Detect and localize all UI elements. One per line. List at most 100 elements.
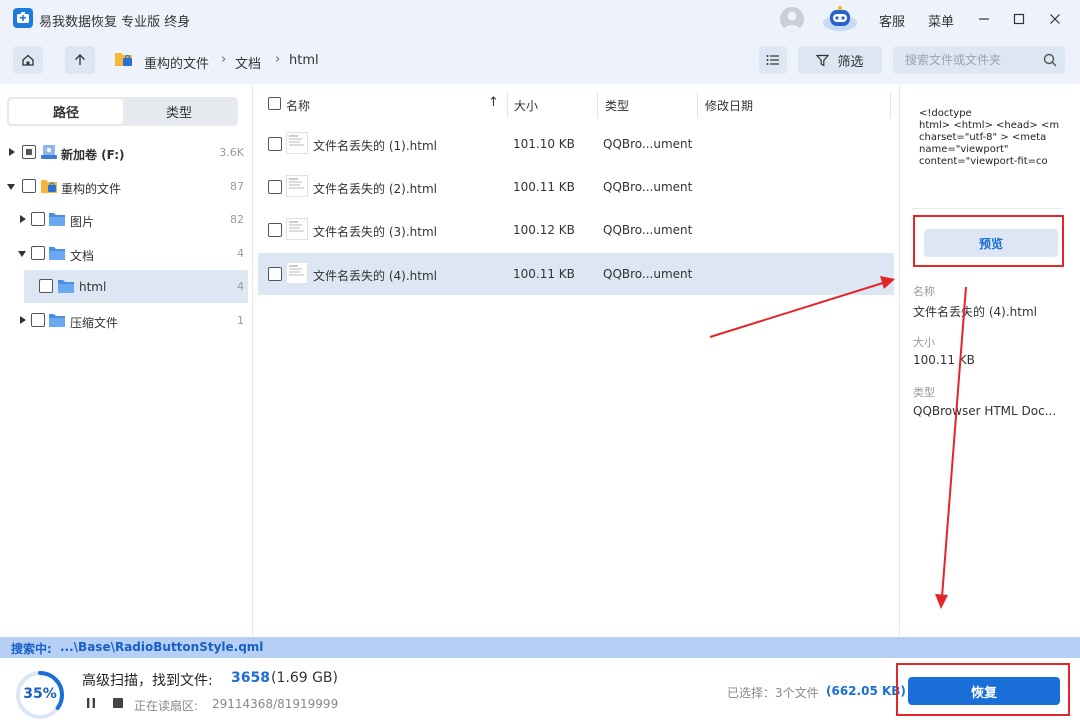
tree-checkbox[interactable]: [31, 313, 45, 327]
file-checkbox[interactable]: [268, 267, 282, 281]
bottom-bar: 35% 高级扫描，找到文件: 3658 (1.69 GB) 正在读扇区: 291…: [0, 658, 1080, 720]
expand-arrow-icon[interactable]: [20, 215, 26, 223]
menu-link[interactable]: 菜单: [928, 11, 954, 30]
tree-item-archives[interactable]: 压缩文件 1: [0, 304, 253, 337]
folder-icon: [58, 280, 74, 293]
tree-item-documents[interactable]: 文档 4: [0, 237, 253, 270]
tree-item-reconstructed[interactable]: 重构的文件 87: [0, 170, 253, 203]
file-size: 100.11 KB: [513, 267, 575, 281]
breadcrumb-item[interactable]: html: [289, 53, 319, 68]
file-row[interactable]: 文件名丢失的 (3).html 100.12 KB QQBro...ument: [258, 209, 894, 251]
chevron-right-icon: ›: [275, 52, 281, 67]
meta-type-value: QQBrowser HTML Doc...: [913, 404, 1057, 418]
folder-lock-icon: [41, 180, 57, 193]
scan-title: 高级扫描，找到文件:: [82, 673, 213, 689]
tree-item-label: 压缩文件: [70, 316, 119, 330]
tree-item-html[interactable]: html 4: [24, 270, 248, 303]
file-name: 文件名丢失的 (4).html: [313, 269, 437, 283]
search-icon[interactable]: [1043, 53, 1057, 67]
expand-arrow-icon[interactable]: [9, 148, 15, 156]
column-name[interactable]: 名称: [286, 97, 310, 114]
folder-icon: [49, 247, 65, 260]
selected-size: (662.05 KB): [826, 684, 906, 698]
column-size[interactable]: 大小: [514, 97, 538, 114]
filter-button[interactable]: 筛选: [798, 46, 882, 74]
recover-button[interactable]: 恢复: [908, 677, 1060, 705]
tree-item-label: 重构的文件: [61, 182, 122, 196]
html-file-thumbnail-icon: [286, 262, 308, 284]
app-logo-icon: [13, 8, 33, 28]
divider: [912, 208, 1062, 209]
chevron-right-icon: ›: [221, 52, 227, 67]
column-divider[interactable]: [507, 92, 508, 118]
select-all-checkbox[interactable]: [268, 97, 281, 110]
minimize-icon[interactable]: [975, 10, 993, 28]
file-type: QQBro...ument: [603, 180, 693, 194]
tree-item-count: 4: [237, 280, 244, 293]
stop-icon[interactable]: [113, 698, 123, 708]
meta-name-label: 名称: [913, 285, 935, 298]
file-row-selected[interactable]: 文件名丢失的 (4).html 100.11 KB QQBro...ument: [258, 253, 894, 295]
breadcrumb-item[interactable]: 文档: [235, 53, 261, 72]
tree-checkbox[interactable]: [22, 145, 36, 159]
home-icon: [22, 54, 34, 66]
file-size: 100.11 KB: [513, 180, 575, 194]
scan-status-label: 搜索中:: [11, 642, 52, 656]
search-input[interactable]: [893, 46, 1065, 74]
scan-current-path: ...\Base\RadioButtonStyle.qml: [60, 640, 264, 654]
selected-summary: 已选择：3个文件: [727, 686, 819, 700]
column-modified-date[interactable]: 修改日期: [705, 97, 753, 114]
file-list-header: 名称 ↑ 大小 类型 修改日期: [258, 88, 894, 120]
home-button[interactable]: [13, 46, 43, 74]
tree-item-drive[interactable]: 新加卷 (F:) 3.6K: [0, 136, 253, 169]
column-divider[interactable]: [890, 92, 891, 118]
expand-arrow-icon[interactable]: [20, 316, 26, 324]
tree-item-label: 新加卷 (F:): [61, 148, 125, 162]
close-icon[interactable]: [1046, 10, 1064, 28]
tree-item-count: 82: [230, 213, 244, 226]
file-size: 101.10 KB: [513, 137, 575, 151]
reading-sector-value: 29114368/81919999: [212, 697, 339, 711]
file-type: QQBro...ument: [603, 137, 693, 151]
found-file-count: 3658: [231, 670, 270, 686]
breadcrumb-item[interactable]: 重构的文件: [144, 53, 209, 72]
file-type: QQBro...ument: [603, 223, 693, 237]
file-row[interactable]: 文件名丢失的 (1).html 101.10 KB QQBro...ument: [258, 123, 894, 165]
file-checkbox[interactable]: [268, 180, 282, 194]
maximize-icon[interactable]: [1010, 10, 1028, 28]
preview-button[interactable]: 预览: [924, 229, 1058, 257]
tree-checkbox[interactable]: [22, 179, 36, 193]
tree-item-label: 图片: [70, 215, 95, 229]
folder-icon: [49, 213, 65, 226]
up-directory-button[interactable]: [65, 46, 95, 74]
folder-lock-icon: [114, 50, 134, 68]
customer-service-link[interactable]: 客服: [879, 11, 905, 30]
tree-item-label: 文档: [70, 249, 95, 263]
collapse-arrow-icon[interactable]: [18, 251, 26, 257]
list-view-button[interactable]: [759, 46, 787, 74]
file-row[interactable]: 文件名丢失的 (2).html 100.11 KB QQBro...ument: [258, 166, 894, 208]
meta-size-value: 100.11 KB: [913, 353, 975, 367]
tab-type[interactable]: 类型: [122, 99, 236, 124]
tree-checkbox[interactable]: [31, 246, 45, 260]
tree-checkbox[interactable]: [39, 279, 53, 293]
drive-icon: [41, 145, 57, 159]
file-checkbox[interactable]: [268, 137, 282, 151]
file-name: 文件名丢失的 (1).html: [313, 139, 437, 153]
column-divider[interactable]: [597, 92, 598, 118]
assistant-bot-icon[interactable]: [820, 3, 860, 33]
file-name: 文件名丢失的 (3).html: [313, 225, 437, 239]
sort-ascending-icon[interactable]: ↑: [488, 95, 499, 110]
tree-checkbox[interactable]: [31, 212, 45, 226]
tree-item-images[interactable]: 图片 82: [0, 203, 253, 236]
file-name: 文件名丢失的 (2).html: [313, 182, 437, 196]
view-mode-tabs: 路径 类型: [7, 97, 238, 126]
file-checkbox[interactable]: [268, 223, 282, 237]
tab-path[interactable]: 路径: [9, 99, 123, 124]
pause-icon[interactable]: [86, 697, 96, 709]
collapse-arrow-icon[interactable]: [7, 184, 15, 190]
column-divider[interactable]: [697, 92, 698, 118]
user-avatar-icon[interactable]: [780, 7, 804, 31]
left-panel: 路径 类型 新加卷 (F:) 3.6K 重构的文件 87 图片 82 文档 4: [0, 84, 253, 637]
column-type[interactable]: 类型: [605, 97, 629, 114]
